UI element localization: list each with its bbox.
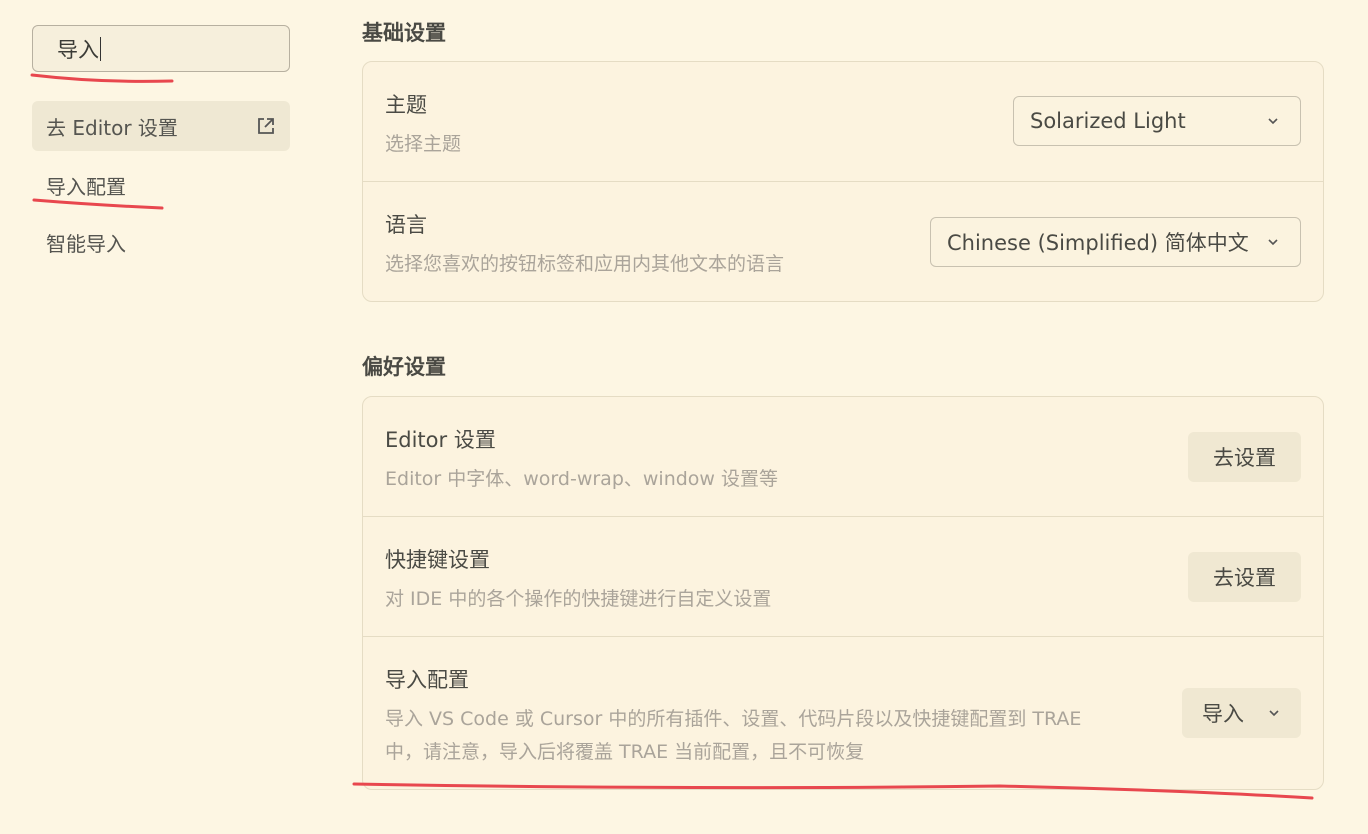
import-config-desc-line1: 导入 VS Code 或 Cursor 中的所有插件、设置、代码片段以及快捷键配… bbox=[385, 708, 1082, 730]
editor-settings-title: Editor 设置 bbox=[385, 428, 496, 452]
sidebar-item-label: 智能导入 bbox=[46, 231, 126, 256]
shortcut-settings-button[interactable]: 去设置 bbox=[1188, 552, 1301, 602]
import-dropdown-button[interactable]: 导入 bbox=[1182, 688, 1301, 738]
section-title-basic: 基础设置 bbox=[362, 21, 446, 45]
search-input-value: 导入 bbox=[57, 37, 99, 62]
external-link-icon bbox=[258, 118, 274, 134]
language-title: 语言 bbox=[385, 213, 427, 237]
language-select[interactable]: Chinese (Simplified) 简体中文 bbox=[930, 217, 1301, 267]
sidebar: 导入 去 Editor 设置 导入配置 智能导入 bbox=[32, 25, 290, 256]
sidebar-item-import-config[interactable]: 导入配置 bbox=[32, 168, 290, 202]
theme-select-value: Solarized Light bbox=[1030, 109, 1186, 133]
chevron-down-icon bbox=[1269, 710, 1279, 717]
section-title-preferences: 偏好设置 bbox=[362, 355, 446, 379]
language-desc: 选择您喜欢的按钮标签和应用内其他文本的语言 bbox=[385, 253, 785, 275]
settings-window: 导入 去 Editor 设置 导入配置 智能导入 基础设置 主题 选择主题 So… bbox=[0, 0, 1368, 834]
theme-row: 主题 选择主题 Solarized Light bbox=[363, 62, 1323, 182]
sidebar-item-editor-settings[interactable]: 去 Editor 设置 bbox=[32, 101, 290, 151]
chevron-down-icon bbox=[1268, 239, 1278, 246]
editor-settings-button[interactable]: 去设置 bbox=[1188, 432, 1301, 482]
shortcut-settings-row: 快捷键设置 对 IDE 中的各个操作的快捷键进行自定义设置 去设置 bbox=[363, 517, 1323, 637]
preferences-panel: Editor 设置 Editor 中字体、word-wrap、window 设置… bbox=[362, 396, 1324, 790]
import-button-label: 导入 bbox=[1202, 702, 1244, 726]
import-config-title: 导入配置 bbox=[385, 668, 469, 692]
shortcut-settings-title: 快捷键设置 bbox=[385, 548, 490, 572]
sidebar-item-label: 导入配置 bbox=[46, 174, 126, 199]
basic-settings-panel: 主题 选择主题 Solarized Light 语言 选择您喜欢的按钮标签和应用… bbox=[362, 61, 1324, 302]
sidebar-item-label: 去 Editor 设置 bbox=[46, 115, 178, 140]
shortcut-settings-desc: 对 IDE 中的各个操作的快捷键进行自定义设置 bbox=[385, 588, 772, 610]
import-config-desc-line2: 中，请注意，导入后将覆盖 TRAE 当前配置，且不可恢复 bbox=[385, 741, 865, 763]
text-caret bbox=[100, 36, 101, 61]
search-input[interactable]: 导入 bbox=[32, 25, 290, 72]
theme-select[interactable]: Solarized Light bbox=[1013, 96, 1301, 146]
theme-desc: 选择主题 bbox=[385, 133, 462, 155]
annotation-underline-search bbox=[30, 73, 174, 83]
editor-settings-row: Editor 设置 Editor 中字体、word-wrap、window 设置… bbox=[363, 397, 1323, 517]
editor-settings-desc: Editor 中字体、word-wrap、window 设置等 bbox=[385, 468, 779, 490]
chevron-down-icon bbox=[1268, 118, 1278, 125]
theme-title: 主题 bbox=[385, 93, 427, 117]
language-select-value: Chinese (Simplified) 简体中文 bbox=[947, 231, 1249, 255]
language-row: 语言 选择您喜欢的按钮标签和应用内其他文本的语言 Chinese (Simpli… bbox=[363, 182, 1323, 302]
import-config-row: 导入配置 导入 VS Code 或 Cursor 中的所有插件、设置、代码片段以… bbox=[363, 637, 1323, 789]
sidebar-item-smart-import[interactable]: 智能导入 bbox=[32, 225, 290, 259]
